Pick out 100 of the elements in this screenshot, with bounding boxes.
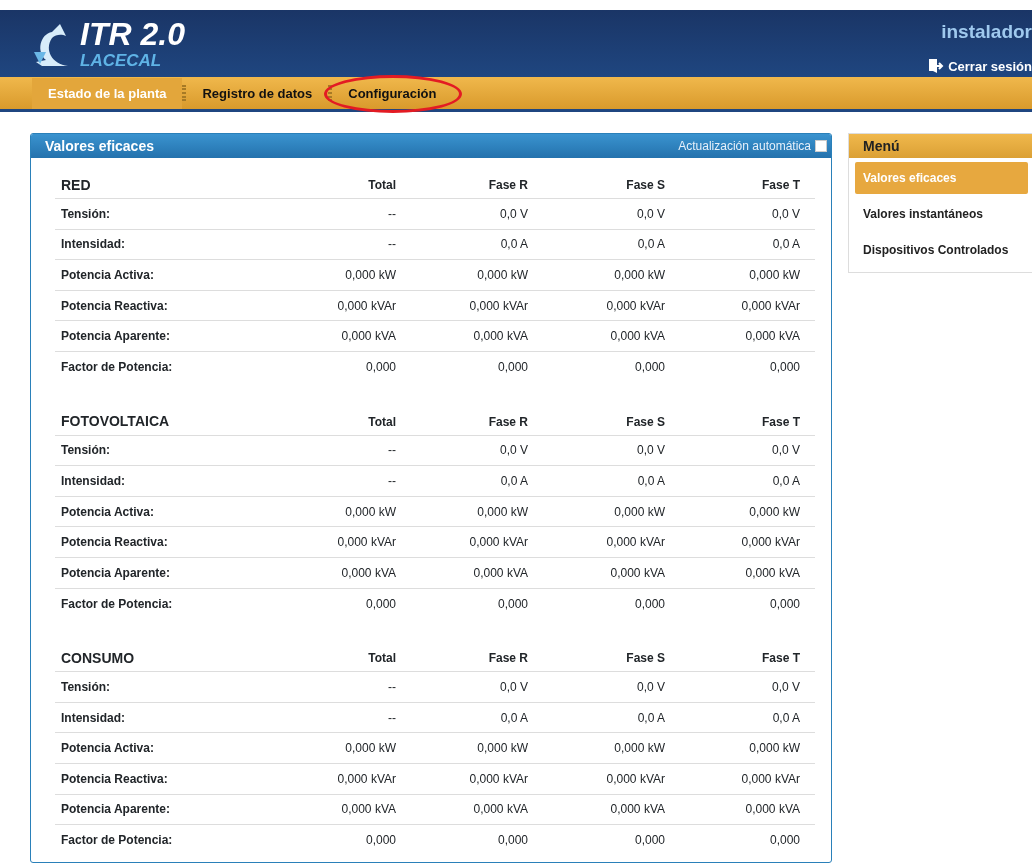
column-header: Total — [367, 650, 396, 668]
table-cell-text: 0,000 — [633, 595, 665, 613]
table-cell-text: 0,000 — [496, 359, 528, 377]
nav-tab[interactable]: Configuración — [332, 78, 453, 109]
row-label: Potencia Reactiva: — [61, 770, 169, 788]
menu-item[interactable]: Dispositivos Controlados — [855, 234, 1028, 266]
table-cell-text: 0,0 V — [770, 678, 800, 696]
table-cell-text: 0,0 A — [636, 709, 665, 727]
row-label: Intensidad: — [61, 709, 126, 727]
table-cell-text: 0,000 — [364, 832, 396, 850]
table-cell-text: -- — [387, 236, 396, 254]
table-cell-text: 0,000 kW — [476, 503, 528, 521]
table-cell-text: 0,000 kW — [748, 503, 800, 521]
nav-tab[interactable]: Registro de datos — [186, 78, 329, 109]
table-cell-text: 0,000 kVAr — [468, 534, 528, 552]
table-cell-text: 0,0 A — [771, 709, 800, 727]
row-label: Potencia Aparente: — [61, 328, 171, 346]
table-cell-text: 0,000 kVA — [609, 564, 665, 582]
section-title: RED — [61, 175, 92, 195]
row-label: Factor de Potencia: — [61, 359, 174, 377]
table-cell-text: 0,000 kVA — [609, 801, 665, 819]
table-cell-text: 0,0 V — [635, 678, 665, 696]
column-header: Fase R — [487, 413, 528, 431]
auto-update-label: Actualización automática — [678, 138, 811, 155]
table-cell-text: 0,000 kVAr — [336, 297, 396, 315]
column-header: Fase R — [487, 650, 528, 668]
table-cell-text: 0,000 kVAr — [336, 534, 396, 552]
table-cell-text: 0,000 kVA — [744, 801, 800, 819]
logout-link[interactable]: Cerrar sesión — [928, 56, 1032, 76]
brand-subtitle: LACECAL — [80, 52, 163, 69]
user-name: instalador — [941, 20, 1032, 44]
table-cell-text: 0,000 kVA — [609, 328, 665, 346]
column-header: Total — [367, 413, 396, 431]
table-cell-text: 0,000 kW — [344, 503, 396, 521]
table-cell-text: 0,000 kVAr — [605, 297, 665, 315]
table-cell-text: 0,000 kW — [476, 740, 528, 758]
row-label: Potencia Activa: — [61, 740, 155, 758]
table-cell-text: 0,000 kVA — [472, 564, 528, 582]
table-cell-text: 0,000 — [768, 359, 800, 377]
table-cell-text: 0,0 A — [499, 709, 528, 727]
table-cell-text: 0,0 V — [770, 205, 800, 223]
table-cell-text: 0,0 A — [499, 472, 528, 490]
table-cell-text: -- — [387, 205, 396, 223]
table-cell-text: 0,000 kVA — [472, 328, 528, 346]
table-cell-text: 0,000 kVA — [472, 801, 528, 819]
table-cell-text: 0,000 — [768, 595, 800, 613]
table-cell-text: 0,000 kW — [613, 740, 665, 758]
section-title: FOTOVOLTAICA — [61, 412, 171, 432]
table-cell-text: 0,000 — [768, 832, 800, 850]
table-cell-text: 0,0 V — [498, 205, 528, 223]
table-cell-text: 0,0 A — [771, 472, 800, 490]
table-cell-text: 0,000 kVAr — [468, 770, 528, 788]
table-cell-text: 0,000 kVAr — [605, 770, 665, 788]
column-header: Fase T — [761, 650, 800, 668]
row-label: Intensidad: — [61, 472, 126, 490]
table-cell-text: 0,0 A — [771, 236, 800, 254]
row-label: Tensión: — [61, 205, 112, 223]
table-cell-text: 0,000 — [633, 359, 665, 377]
table-cell-text: 0,000 kVAr — [605, 534, 665, 552]
table-cell-text: 0,000 kVAr — [468, 297, 528, 315]
column-header: Fase S — [625, 650, 665, 668]
table-cell-text: 0,0 V — [635, 442, 665, 460]
menu-title: Menú — [849, 134, 1032, 158]
row-label: Potencia Reactiva: — [61, 534, 169, 552]
row-label: Intensidad: — [61, 236, 126, 254]
column-header: Fase R — [487, 177, 528, 194]
table-cell-text: 0,000 — [364, 359, 396, 377]
column-header: Fase S — [625, 177, 665, 194]
row-label: Factor de Potencia: — [61, 832, 174, 850]
brand-title: ITR 2.0 — [80, 18, 185, 50]
table-cell-text: 0,0 V — [498, 678, 528, 696]
table-cell-text: 0,000 — [496, 832, 528, 850]
table-cell-text: 0,000 kW — [748, 740, 800, 758]
table-cell-text: 0,000 kVAr — [740, 534, 800, 552]
table-cell-text: 0,000 kVA — [340, 328, 396, 346]
table-cell-text: -- — [387, 709, 396, 727]
row-label: Potencia Aparente: — [61, 801, 171, 819]
table-cell-text: -- — [387, 678, 396, 696]
column-header: Fase S — [625, 413, 665, 431]
panel-title: Valores eficaces — [45, 136, 154, 156]
table-cell-text: 0,000 kW — [344, 267, 396, 284]
table-cell-text: 0,000 kVA — [744, 564, 800, 582]
row-label: Tensión: — [61, 442, 112, 460]
auto-update-checkbox[interactable] — [815, 140, 827, 152]
table-cell-text: 0,000 — [364, 595, 396, 613]
table-cell-text: 0,0 A — [636, 236, 665, 254]
row-label: Potencia Reactiva: — [61, 297, 169, 315]
menu-item[interactable]: Valores instantáneos — [855, 198, 1028, 230]
table-cell-text: -- — [387, 442, 396, 460]
table-cell-text: 0,000 kVA — [744, 328, 800, 346]
column-header: Fase T — [761, 177, 800, 194]
table-cell-text: 0,000 kVA — [340, 801, 396, 819]
table-cell-text: 0,0 V — [498, 442, 528, 460]
table-cell-text: 0,000 kVAr — [740, 297, 800, 315]
table-cell-text: 0,000 kW — [344, 740, 396, 758]
table-cell-text: 0,000 kVA — [340, 564, 396, 582]
table-cell-text: 0,000 — [633, 832, 665, 850]
table-cell-text: 0,000 kW — [476, 267, 528, 284]
column-header: Total — [367, 177, 396, 194]
table-cell-text: 0,000 kVAr — [336, 770, 396, 788]
